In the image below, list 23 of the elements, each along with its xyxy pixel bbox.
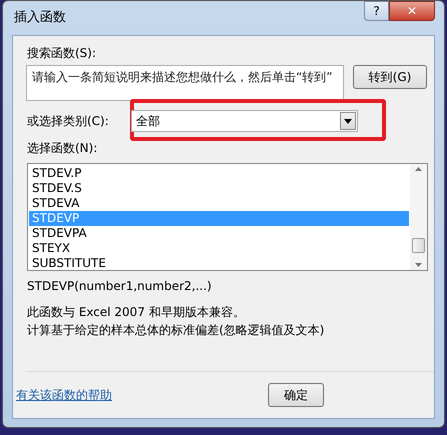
function-item[interactable]: SUBSTITUTE	[29, 256, 409, 271]
function-item[interactable]: STEYX	[29, 241, 409, 256]
function-list-label: 选择函数(N):	[27, 140, 98, 157]
description-text: 计算基于给定的样本总体的标准偏差(忽略逻辑值及文本)	[27, 322, 326, 339]
scroll-up-icon[interactable]	[415, 167, 422, 171]
function-item[interactable]: STDEVPA	[29, 226, 409, 241]
ok-button[interactable]: 确定	[268, 383, 324, 407]
function-item[interactable]: STDEV.P	[29, 166, 409, 181]
search-field[interactable]: 请输入一条简短说明来描述您想做什么，然后单击“转到”	[26, 65, 344, 101]
function-item[interactable]: STDEV.S	[29, 181, 409, 196]
help-link[interactable]: 有关该函数的帮助	[16, 386, 112, 404]
window-title: 插入函数	[13, 9, 66, 28]
description-text: 此函数与 Excel 2007 和早期版本兼容。	[27, 304, 246, 321]
go-button[interactable]: 转到(G)	[353, 65, 427, 89]
help-button[interactable]: ?	[364, 1, 389, 21]
search-label: 搜索函数(S):	[27, 45, 98, 62]
scroll-down-icon[interactable]	[415, 263, 422, 267]
scrollbar[interactable]	[410, 164, 427, 270]
category-dropdown[interactable]: 全部	[130, 110, 358, 132]
scroll-thumb[interactable]	[412, 238, 425, 253]
function-item[interactable]: STDEVA	[29, 196, 409, 211]
function-signature: STDEVP(number1,number2,...)	[27, 278, 213, 295]
category-label: 或选择类别(C):	[27, 113, 109, 130]
